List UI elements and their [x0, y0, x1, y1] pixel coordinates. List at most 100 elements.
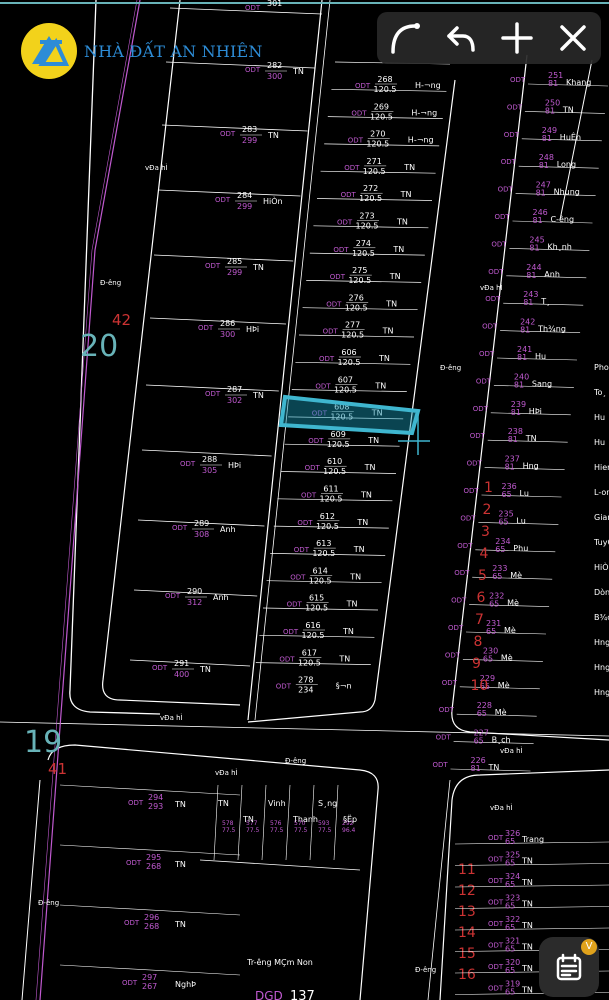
parcel-land-code: ODT — [488, 877, 504, 885]
parcel-boundary — [129, 659, 251, 667]
parcel-area: 81 — [471, 764, 481, 773]
parcel-owner: TN — [385, 299, 397, 308]
parcel-owner: B¸ch — [492, 736, 511, 745]
parcel-owner: HiÒn — [263, 195, 283, 206]
parcel-owner: TN — [521, 878, 533, 887]
road-label: vĐa hÌ — [480, 283, 503, 292]
sheet-number-label: 19 — [24, 725, 62, 760]
parcel-area: 65 — [505, 923, 515, 932]
parcel-owner: Pho — [594, 363, 609, 372]
parcel-number: 296 — [144, 913, 159, 922]
calendar-fab-button[interactable]: V — [539, 937, 599, 997]
parcel-area: 302 — [227, 396, 242, 405]
parcel-land-code: ODT — [198, 324, 214, 332]
parcel-land-code: ODT — [473, 405, 489, 413]
parcel-land-code: ODT — [180, 460, 196, 468]
parcel-number: 593 — [318, 820, 330, 827]
parcel-area: 65 — [474, 737, 484, 746]
parcel-number: 606 — [341, 348, 356, 357]
parcel-owner: HÞi — [529, 407, 542, 416]
undo-button[interactable] — [439, 16, 483, 60]
parcel-owner: TN — [199, 665, 211, 674]
parcel-number: 272 — [363, 184, 378, 193]
row-number: 15 — [458, 946, 476, 962]
parcel-area: 65 — [495, 545, 505, 554]
parcel-area: 120.5 — [363, 167, 386, 176]
parcel-number: 277 — [345, 321, 360, 330]
cadastral-map[interactable]: ODT 301ODT 282300TNODT 283299TNODT 284299HiÒ… — [0, 0, 609, 1000]
parcel-land-code: ODT — [128, 799, 144, 807]
curve-tool-button[interactable] — [383, 16, 427, 60]
road-edge — [21, 779, 41, 1000]
fab-badge: V — [581, 939, 597, 955]
parcel-number: 287 — [227, 385, 242, 394]
parcel-area: 81 — [545, 106, 555, 115]
close-icon — [560, 25, 586, 51]
parcel-owner: Nhung — [554, 188, 580, 197]
parcel-owner: Mè — [510, 570, 522, 580]
parcel-number: 273 — [359, 212, 374, 221]
road-label: Đ-êng — [440, 364, 461, 372]
parcel-land-code: ODT — [344, 164, 360, 172]
parcel-owner: B¾c — [594, 613, 609, 622]
parcel-land-code: ODT — [488, 834, 504, 842]
parcel-land-code: ODT — [290, 573, 306, 581]
parcel-owner: TN — [349, 572, 361, 581]
parcel-area: 77.5 — [318, 827, 332, 834]
road-label: Đ-êng — [285, 757, 306, 765]
row-number: 8 — [474, 634, 483, 650]
parcel-land-code: ODT — [330, 273, 346, 281]
parcel-number: 612 — [320, 512, 335, 521]
parcel-number: 271 — [367, 157, 382, 166]
parcel-owner: Vinh — [268, 799, 286, 808]
row-number: 3 — [481, 524, 490, 540]
parcel-land-code: ODT — [442, 679, 458, 687]
parcel-boundary — [333, 784, 339, 861]
parcel-number: 617 — [302, 648, 317, 657]
parcel-area: 77.5 — [222, 827, 236, 834]
parcel-land-code: ODT — [341, 191, 357, 199]
parcel-owner: TN — [242, 815, 254, 824]
parcel-land-code: ODT — [485, 295, 501, 303]
parcel-owner: Khang — [566, 78, 591, 87]
parcel-land-code: ODT — [355, 82, 371, 90]
parcel-owner: TN — [346, 600, 358, 609]
parcel-owner: Mè — [501, 652, 513, 662]
parcel-owner: §Ëp — [343, 814, 357, 824]
row-number: 16 — [458, 967, 476, 983]
parcel-number: 278 — [298, 676, 313, 685]
parcel-land-code: ODT — [507, 103, 523, 111]
parcel-area: 120.5 — [341, 331, 364, 340]
row-number: 2 — [483, 502, 492, 518]
parcel-area: 65 — [505, 988, 515, 997]
parcel-land-code: ODT — [488, 920, 504, 928]
row-number: 4 — [480, 546, 489, 562]
close-button[interactable] — [551, 16, 595, 60]
parcel-number: 616 — [305, 621, 320, 630]
parcel-owner: TN — [342, 627, 354, 636]
parcel-area: 120.5 — [374, 85, 397, 94]
parcel-area: 65 — [505, 945, 515, 954]
add-button[interactable] — [495, 16, 539, 60]
parcel-land-code: ODT — [448, 624, 464, 632]
parcel-land-code: ODT — [319, 355, 335, 363]
parcel-area: 120.5 — [359, 194, 382, 203]
row-number: 1 — [484, 480, 493, 496]
parcel-owner: Mè — [504, 625, 516, 635]
school-number: 137 — [290, 989, 315, 1000]
parcel-owner: TuyÕt — [593, 536, 609, 547]
parcel-area: 81 — [505, 463, 515, 472]
parcel-owner: H-¬ng — [411, 108, 437, 117]
parcel-area: 120.5 — [323, 467, 346, 476]
parcel-owner: Mè — [507, 598, 519, 608]
parcel-owner: Hien — [594, 463, 609, 472]
parcel-boundary — [153, 254, 294, 262]
parcel-area: 65 — [498, 517, 508, 526]
parcel-land-code: ODT — [460, 514, 476, 522]
parcel-owner: TN — [217, 799, 229, 808]
brand-logo-icon — [21, 23, 77, 79]
parcel-owner: TN — [382, 327, 394, 336]
parcel-boundary — [213, 784, 219, 861]
parcel-land-code: ODT — [504, 131, 520, 139]
parcel-owner: TN — [174, 800, 186, 809]
